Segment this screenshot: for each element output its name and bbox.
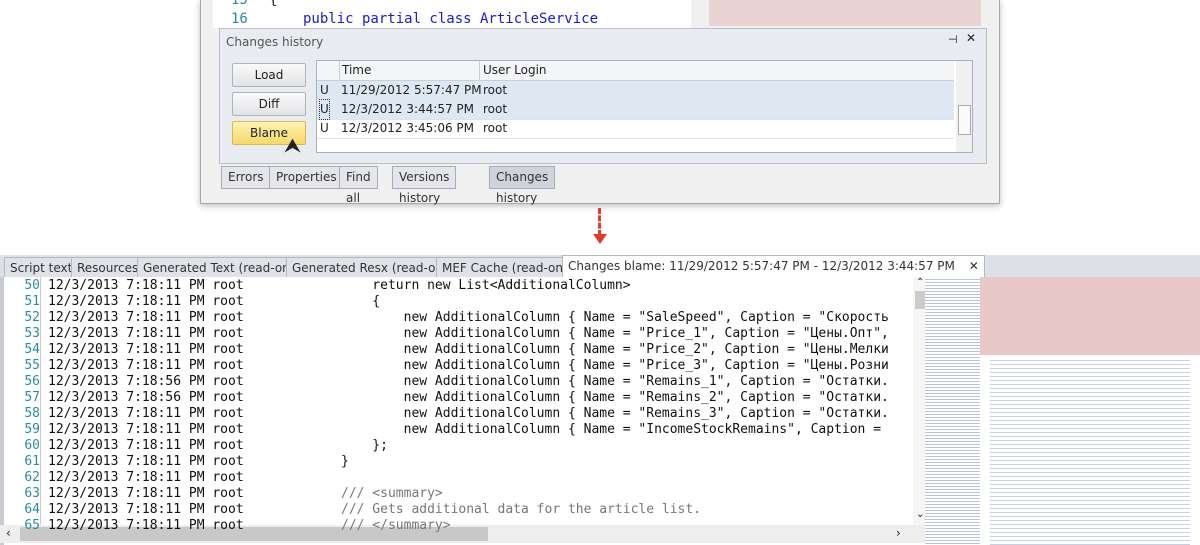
line-number: 50	[24, 278, 40, 293]
tab-errors[interactable]: Errors	[221, 166, 271, 189]
column-header-time[interactable]: Time	[339, 61, 371, 80]
code-line: new AdditionalColumn { Name = "IncomeSto…	[341, 422, 882, 437]
line-number: 56	[24, 374, 40, 389]
blame-info: 12/3/2013 7:18:56 PM root	[48, 374, 244, 389]
tab-generated-text[interactable]: Generated Text (read-only)	[137, 257, 311, 279]
diff-button[interactable]: Diff	[232, 92, 306, 116]
minimap[interactable]	[925, 277, 1200, 545]
blame-info: 12/3/2013 7:18:11 PM root	[48, 310, 244, 325]
line-number: 63	[24, 486, 40, 501]
table-row[interactable]: U 12/3/2012 3:45:06 PM root	[317, 119, 954, 139]
row-type: U	[320, 121, 329, 135]
blame-info: 12/3/2013 7:18:11 PM root	[48, 278, 244, 293]
scroll-up-icon[interactable]: ⌃	[916, 277, 924, 288]
arrow-down-icon	[593, 234, 607, 244]
code-line: };	[341, 438, 388, 453]
scroll-left-icon[interactable]: ‹	[6, 526, 11, 540]
row-time: 12/3/2012 3:44:57 PM	[341, 102, 475, 116]
row-time: 11/29/2012 5:57:47 PM	[341, 83, 482, 97]
row-user: root	[483, 121, 508, 135]
row-type: U	[319, 99, 330, 120]
code-line: new AdditionalColumn { Name = "Price_2",…	[341, 342, 889, 357]
row-user: root	[483, 102, 508, 116]
tab-label: Changes blame: 11/29/2012 5:57:47 PM - 1…	[568, 259, 955, 273]
code-line: new AdditionalColumn { Name = "Price_3",…	[341, 358, 889, 373]
line-number: 65	[24, 518, 40, 533]
line-number: 57	[24, 390, 40, 405]
row-user: root	[483, 83, 508, 97]
minimap[interactable]	[709, 0, 981, 26]
code-line: new AdditionalColumn { Name = "Remains_2…	[341, 390, 889, 405]
code-line: new AdditionalColumn { Name = "Price_1",…	[341, 326, 889, 341]
code-line: /// <summary>	[341, 486, 443, 501]
close-icon[interactable]: ✕	[966, 31, 976, 45]
line-number: 61	[24, 454, 40, 469]
cursor-icon: ⮝	[284, 133, 301, 157]
line-number: 16	[231, 11, 248, 27]
line-number: 15	[231, 0, 248, 8]
line-number: 59	[24, 422, 40, 437]
arrow-line	[598, 208, 601, 236]
scroll-down-icon[interactable]: ⌄	[916, 509, 924, 520]
code-line: new AdditionalColumn { Name = "SaleSpeed…	[341, 310, 889, 325]
table-row[interactable]: U 12/3/2012 3:44:57 PM root	[317, 99, 954, 120]
document-tabs: Script text Resources Generated Text (re…	[0, 255, 1200, 279]
code-line: new AdditionalColumn { Name = "Remains_3…	[341, 406, 889, 421]
code-line: }	[341, 454, 349, 469]
blame-editor[interactable]: ⌃ ⌄ ‹ › 50 12/3/2013 7:18:11 PM root retu…	[0, 277, 929, 545]
blame-info: 12/3/2013 7:18:11 PM root	[48, 486, 244, 501]
line-number: 55	[24, 358, 40, 373]
close-icon[interactable]: ✕	[969, 259, 979, 273]
code-line: {	[341, 294, 381, 309]
tab-properties[interactable]: Properties	[269, 166, 344, 189]
line-number: 60	[24, 438, 40, 453]
line-number: 52	[24, 310, 40, 325]
blame-info: 12/3/2013 7:18:11 PM root	[48, 294, 244, 309]
blame-info: 12/3/2013 7:18:11 PM root	[48, 454, 244, 469]
tab-find-all[interactable]: Find all	[339, 166, 378, 205]
load-button[interactable]: Load	[232, 63, 306, 87]
table-row[interactable]: U 11/29/2012 5:57:47 PM root	[317, 81, 954, 101]
line-number: 53	[24, 326, 40, 341]
blame-info: 12/3/2013 7:18:11 PM root	[48, 470, 244, 485]
tab-script-text[interactable]: Script text	[4, 257, 79, 279]
panel-title: Changes history	[226, 35, 324, 49]
blame-info: 12/3/2013 7:18:11 PM root	[48, 422, 244, 437]
code-line: /// Gets additional data for the article…	[341, 502, 702, 517]
tab-changes-history[interactable]: Changes history	[489, 166, 556, 205]
code-line: new AdditionalColumn { Name = "Remains_1…	[341, 374, 889, 389]
vertical-scrollbar[interactable]	[956, 61, 972, 152]
line-number: 64	[24, 502, 40, 517]
scroll-right-icon[interactable]: ›	[896, 526, 901, 540]
tab-resources[interactable]: Resources	[71, 257, 145, 279]
code-line: return new List<AdditionalColumn>	[341, 278, 631, 293]
line-number: 62	[24, 470, 40, 485]
pin-icon[interactable]: ⊣	[948, 33, 958, 46]
blame-info: 12/3/2013 7:18:56 PM root	[48, 390, 244, 405]
row-time: 12/3/2012 3:45:06 PM	[341, 121, 475, 135]
blame-info: 12/3/2013 7:18:11 PM root	[48, 518, 244, 533]
blame-info: 12/3/2013 7:18:11 PM root	[48, 502, 244, 517]
tab-changes-blame[interactable]: Changes blame: 11/29/2012 5:57:47 PM - 1…	[562, 255, 985, 278]
changes-history-panel: Changes history ⊣ ✕ Load Diff Blame ⮝ Ti…	[219, 28, 987, 164]
blame-info: 12/3/2013 7:18:11 PM root	[48, 438, 244, 453]
top-window: 15 { 16 public partial class ArticleServ…	[200, 0, 1000, 205]
row-type: U	[320, 83, 329, 97]
code-line: /// </summary>	[341, 518, 451, 533]
blame-info: 12/3/2013 7:18:11 PM root	[48, 326, 244, 341]
code-line: public partial class ArticleService	[303, 11, 599, 27]
code-line: {	[269, 0, 278, 8]
top-code-editor[interactable]: 15 { 16 public partial class ArticleServ…	[213, 0, 691, 28]
blame-info: 12/3/2013 7:18:11 PM root	[48, 342, 244, 357]
history-grid[interactable]: Time User Login U 11/29/2012 5:57:47 PM …	[316, 60, 973, 153]
line-number: 51	[24, 294, 40, 309]
column-header-user[interactable]: User Login	[479, 61, 547, 80]
blame-info: 12/3/2013 7:18:11 PM root	[48, 358, 244, 373]
tab-versions-history[interactable]: Versions history	[392, 166, 457, 205]
line-number: 54	[24, 342, 40, 357]
line-number: 58	[24, 406, 40, 421]
blame-info: 12/3/2013 7:18:11 PM root	[48, 406, 244, 421]
